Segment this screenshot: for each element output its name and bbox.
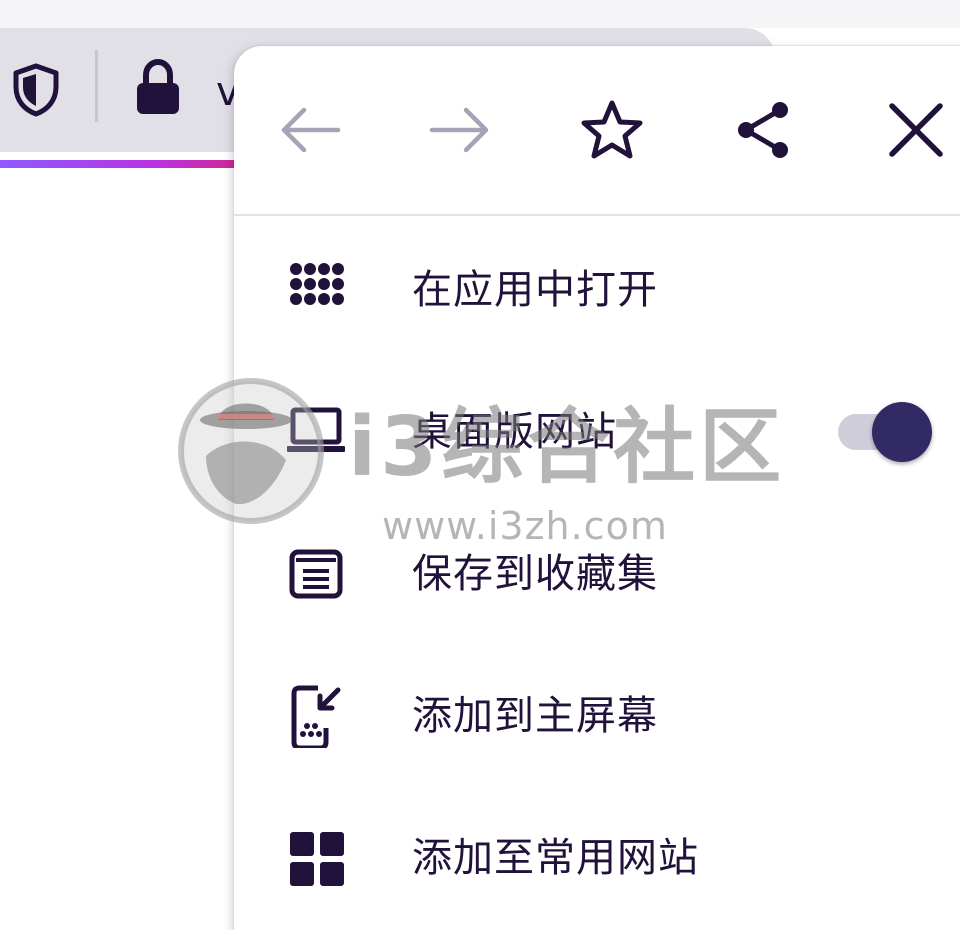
menu-item-add-to-top-sites[interactable]: 添加至常用网站 [234,788,960,928]
top-sites-grid-icon [290,832,344,886]
collection-icon [289,549,343,599]
browser-menu: 在应用中打开 桌面版网站 保存到收藏集 添加到主屏幕 添加至常用网站 [234,46,960,930]
toggle-knob [872,402,932,462]
menu-item-save-to-collection[interactable]: 保存到收藏集 [234,504,960,644]
forward-button[interactable] [416,86,504,174]
forward-arrow-icon [429,107,489,153]
page-load-progress-bar [0,160,260,168]
back-button[interactable] [266,86,354,174]
back-arrow-icon [281,107,341,153]
tracking-protection-shield-icon[interactable] [10,62,62,118]
close-menu-button[interactable] [872,86,960,174]
desktop-site-toggle[interactable] [836,402,936,462]
toolbar-divider [95,50,98,122]
bookmark-button[interactable] [568,86,656,174]
app-grid-dots-icon [290,263,344,305]
lock-icon[interactable] [133,58,183,118]
menu-item-open-in-app[interactable]: 在应用中打开 [234,220,960,360]
close-icon [889,103,943,157]
browser-screen: v 在应用中打开 桌面版网站 保存到收藏集 添加到主屏幕 添加至常用网站 i3综… [0,0,960,930]
menu-item-label: 桌面版网站 [412,409,617,455]
menu-item-label: 保存到收藏集 [412,551,658,597]
share-icon [738,102,788,158]
share-button[interactable] [720,86,808,174]
add-to-homescreen-icon [291,685,341,748]
laptop-icon [287,407,345,452]
menu-nav-row [234,46,960,216]
menu-item-label: 添加到主屏幕 [412,693,658,739]
status-strip [0,0,960,28]
menu-item-add-to-home-screen[interactable]: 添加到主屏幕 [234,646,960,786]
star-icon [581,100,643,159]
menu-item-label: 在应用中打开 [412,267,658,313]
menu-item-desktop-site[interactable]: 桌面版网站 [234,362,960,502]
menu-item-label: 添加至常用网站 [412,835,699,881]
